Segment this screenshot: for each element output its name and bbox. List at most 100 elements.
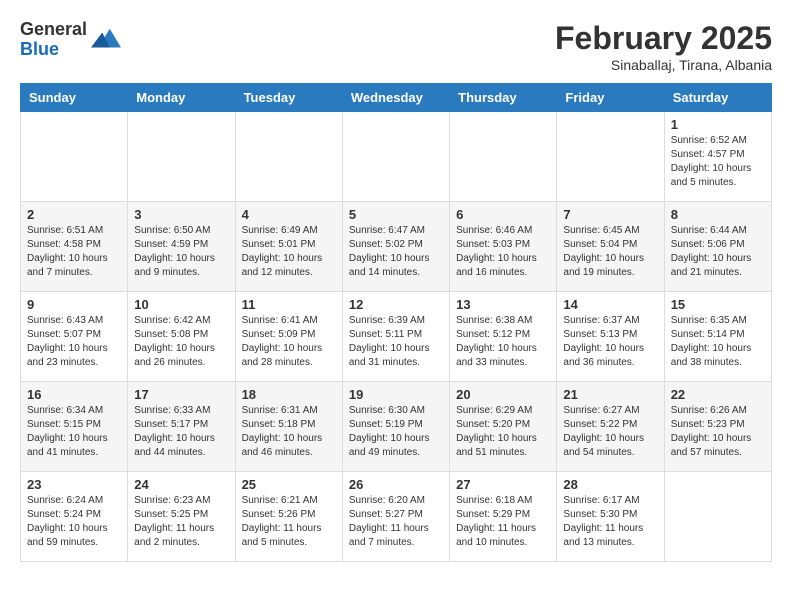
day-info: Sunrise: 6:17 AM Sunset: 5:30 PM Dayligh… — [563, 494, 657, 550]
calendar-week-3: 16 Sunrise: 6:34 AM Sunset: 5:15 PM Dayli… — [21, 382, 772, 472]
calendar: Sunday Monday Tuesday Wednesday Thursday… — [20, 83, 772, 562]
calendar-cell: 24 Sunrise: 6:23 AM Sunset: 5:25 PM Dayli… — [128, 472, 235, 562]
day-info: Sunrise: 6:41 AM Sunset: 5:09 PM Dayligh… — [242, 314, 336, 370]
day-number: 6 — [456, 207, 550, 222]
day-info: Sunrise: 6:33 AM Sunset: 5:17 PM Dayligh… — [134, 404, 228, 460]
day-info: Sunrise: 6:51 AM Sunset: 4:58 PM Dayligh… — [27, 224, 121, 280]
day-number: 10 — [134, 297, 228, 312]
day-number: 14 — [563, 297, 657, 312]
day-info: Sunrise: 6:18 AM Sunset: 5:29 PM Dayligh… — [456, 494, 550, 550]
col-thursday: Thursday — [450, 84, 557, 112]
calendar-cell: 27 Sunrise: 6:18 AM Sunset: 5:29 PM Dayli… — [450, 472, 557, 562]
calendar-cell — [557, 112, 664, 202]
day-number: 23 — [27, 477, 121, 492]
calendar-cell: 26Sunrise: 6:20 AM Sunset: 5:27 PM Dayli… — [342, 472, 449, 562]
day-number: 15 — [671, 297, 765, 312]
calendar-header-row: Sunday Monday Tuesday Wednesday Thursday… — [21, 84, 772, 112]
logo-general: General — [20, 20, 87, 40]
day-number: 1 — [671, 117, 765, 132]
day-info: Sunrise: 6:34 AM Sunset: 5:15 PM Dayligh… — [27, 404, 121, 460]
day-number: 20 — [456, 387, 550, 402]
day-info: Sunrise: 6:38 AM Sunset: 5:12 PM Dayligh… — [456, 314, 550, 370]
day-info: Sunrise: 6:42 AM Sunset: 5:08 PM Dayligh… — [134, 314, 228, 370]
day-info: Sunrise: 6:24 AM Sunset: 5:24 PM Dayligh… — [27, 494, 121, 550]
calendar-cell: 17 Sunrise: 6:33 AM Sunset: 5:17 PM Dayli… — [128, 382, 235, 472]
logo-blue: Blue — [20, 40, 87, 60]
day-number: 28 — [563, 477, 657, 492]
col-wednesday: Wednesday — [342, 84, 449, 112]
day-number: 27 — [456, 477, 550, 492]
day-number: 4 — [242, 207, 336, 222]
day-number: 12 — [349, 297, 443, 312]
calendar-cell — [235, 112, 342, 202]
day-info: Sunrise: 6:21 AM Sunset: 5:26 PM Dayligh… — [242, 494, 336, 550]
calendar-cell: 11 Sunrise: 6:41 AM Sunset: 5:09 PM Dayli… — [235, 292, 342, 382]
calendar-cell: 7 Sunrise: 6:45 AM Sunset: 5:04 PM Daylig… — [557, 202, 664, 292]
day-info: Sunrise: 6:43 AM Sunset: 5:07 PM Dayligh… — [27, 314, 121, 370]
day-number: 13 — [456, 297, 550, 312]
calendar-cell — [450, 112, 557, 202]
calendar-cell: 5 Sunrise: 6:47 AM Sunset: 5:02 PM Daylig… — [342, 202, 449, 292]
calendar-cell: 9 Sunrise: 6:43 AM Sunset: 5:07 PM Daylig… — [21, 292, 128, 382]
calendar-cell — [128, 112, 235, 202]
day-number: 18 — [242, 387, 336, 402]
day-info: Sunrise: 6:27 AM Sunset: 5:22 PM Dayligh… — [563, 404, 657, 460]
calendar-cell: 16 Sunrise: 6:34 AM Sunset: 5:15 PM Dayli… — [21, 382, 128, 472]
day-info: Sunrise: 6:46 AM Sunset: 5:03 PM Dayligh… — [456, 224, 550, 280]
day-info: Sunrise: 6:47 AM Sunset: 5:02 PM Dayligh… — [349, 224, 443, 280]
logo-icon — [91, 25, 121, 55]
col-tuesday: Tuesday — [235, 84, 342, 112]
col-monday: Monday — [128, 84, 235, 112]
day-number: 19 — [349, 387, 443, 402]
calendar-cell: 23 Sunrise: 6:24 AM Sunset: 5:24 PM Dayli… — [21, 472, 128, 562]
page-header: General Blue February 2025 Sinaballaj, T… — [20, 20, 772, 73]
calendar-cell: 4 Sunrise: 6:49 AM Sunset: 5:01 PM Daylig… — [235, 202, 342, 292]
calendar-cell: 20Sunrise: 6:29 AM Sunset: 5:20 PM Dayli… — [450, 382, 557, 472]
calendar-cell: 25 Sunrise: 6:21 AM Sunset: 5:26 PM Dayli… — [235, 472, 342, 562]
day-number: 7 — [563, 207, 657, 222]
day-info: Sunrise: 6:26 AM Sunset: 5:23 PM Dayligh… — [671, 404, 765, 460]
location: Sinaballaj, Tirana, Albania — [555, 57, 772, 73]
day-number: 11 — [242, 297, 336, 312]
calendar-cell — [342, 112, 449, 202]
day-info: Sunrise: 6:45 AM Sunset: 5:04 PM Dayligh… — [563, 224, 657, 280]
day-info: Sunrise: 6:35 AM Sunset: 5:14 PM Dayligh… — [671, 314, 765, 370]
calendar-cell: 13 Sunrise: 6:38 AM Sunset: 5:12 PM Dayli… — [450, 292, 557, 382]
day-number: 24 — [134, 477, 228, 492]
calendar-cell: 15 Sunrise: 6:35 AM Sunset: 5:14 PM Dayli… — [664, 292, 771, 382]
col-friday: Friday — [557, 84, 664, 112]
day-number: 25 — [242, 477, 336, 492]
calendar-cell: 3Sunrise: 6:50 AM Sunset: 4:59 PM Daylig… — [128, 202, 235, 292]
calendar-cell: 2 Sunrise: 6:51 AM Sunset: 4:58 PM Daylig… — [21, 202, 128, 292]
day-number: 22 — [671, 387, 765, 402]
day-info: Sunrise: 6:37 AM Sunset: 5:13 PM Dayligh… — [563, 314, 657, 370]
logo: General Blue — [20, 20, 121, 60]
title-block: February 2025 Sinaballaj, Tirana, Albani… — [555, 20, 772, 73]
calendar-cell: 28 Sunrise: 6:17 AM Sunset: 5:30 PM Dayli… — [557, 472, 664, 562]
day-info: Sunrise: 6:49 AM Sunset: 5:01 PM Dayligh… — [242, 224, 336, 280]
day-number: 9 — [27, 297, 121, 312]
month-title: February 2025 — [555, 20, 772, 57]
calendar-week-1: 2 Sunrise: 6:51 AM Sunset: 4:58 PM Daylig… — [21, 202, 772, 292]
day-info: Sunrise: 6:44 AM Sunset: 5:06 PM Dayligh… — [671, 224, 765, 280]
day-number: 8 — [671, 207, 765, 222]
day-number: 17 — [134, 387, 228, 402]
calendar-week-0: 1Sunrise: 6:52 AM Sunset: 4:57 PM Daylig… — [21, 112, 772, 202]
day-number: 26 — [349, 477, 443, 492]
calendar-cell: 18 Sunrise: 6:31 AM Sunset: 5:18 PM Dayli… — [235, 382, 342, 472]
day-number: 5 — [349, 207, 443, 222]
day-number: 2 — [27, 207, 121, 222]
calendar-week-4: 23 Sunrise: 6:24 AM Sunset: 5:24 PM Dayli… — [21, 472, 772, 562]
calendar-cell: 12Sunrise: 6:39 AM Sunset: 5:11 PM Dayli… — [342, 292, 449, 382]
day-number: 16 — [27, 387, 121, 402]
calendar-cell: 10 Sunrise: 6:42 AM Sunset: 5:08 PM Dayli… — [128, 292, 235, 382]
calendar-cell: 21Sunrise: 6:27 AM Sunset: 5:22 PM Dayli… — [557, 382, 664, 472]
day-info: Sunrise: 6:23 AM Sunset: 5:25 PM Dayligh… — [134, 494, 228, 550]
day-info: Sunrise: 6:50 AM Sunset: 4:59 PM Dayligh… — [134, 224, 228, 280]
day-info: Sunrise: 6:31 AM Sunset: 5:18 PM Dayligh… — [242, 404, 336, 460]
calendar-cell: 8 Sunrise: 6:44 AM Sunset: 5:06 PM Daylig… — [664, 202, 771, 292]
col-saturday: Saturday — [664, 84, 771, 112]
calendar-cell — [21, 112, 128, 202]
logo-text: General Blue — [20, 20, 87, 60]
calendar-cell: 22 Sunrise: 6:26 AM Sunset: 5:23 PM Dayli… — [664, 382, 771, 472]
